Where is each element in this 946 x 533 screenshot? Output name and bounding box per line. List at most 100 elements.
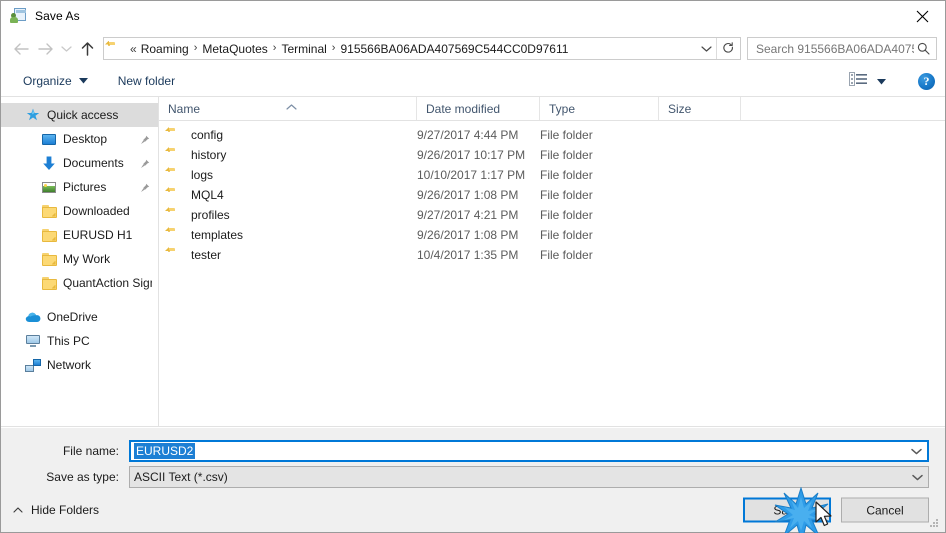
organize-label: Organize [23,74,72,88]
caret-down-icon [877,78,886,85]
change-view-button[interactable] [845,71,890,93]
breadcrumb-item-terminal-id[interactable]: 915566BA06ADA407569C544CC0D97611 [340,42,568,56]
chevron-down-icon[interactable] [905,448,927,455]
dialog-buttons: Save Cancel [743,497,929,523]
address-bar[interactable]: « Roaming › MetaQuotes › Terminal › 9155… [103,37,741,60]
sidebar-item-pictures[interactable]: Pictures [1,175,158,199]
hide-folders-button[interactable]: Hide Folders [13,503,99,517]
file-name-label: templates [191,228,244,242]
breadcrumb-item-metaquotes[interactable]: MetaQuotes [202,42,267,56]
command-bar-right: ? [845,66,935,97]
type-cell: File folder [540,168,593,182]
file-name-cell: logs [159,168,417,182]
folder-icon [41,227,57,243]
breadcrumb-item-terminal[interactable]: Terminal [281,42,326,56]
save-button-label: Save [773,503,801,517]
table-row[interactable]: templates 9/26/2017 1:08 PM File folder [159,225,945,245]
column-header-date-modified[interactable]: Date modified [417,97,540,120]
sidebar-item-label: Quick access [47,108,119,122]
navigation-bar: « Roaming › MetaQuotes › Terminal › 9155… [1,31,945,66]
up-arrow-icon[interactable] [75,37,99,61]
save-as-dialog: Save As « Roaming › MetaQuotes › Termina… [0,0,946,533]
sidebar-item-label: Downloaded [63,204,130,218]
breadcrumb-separator: › [331,42,336,54]
file-name-label: tester [191,248,222,262]
chevron-down-icon[interactable] [906,474,928,481]
chevron-down-icon[interactable] [696,38,716,59]
forward-arrow-icon[interactable] [33,37,57,61]
folder-icon [41,251,57,267]
organize-button[interactable]: Organize [15,70,96,92]
help-icon[interactable]: ? [918,73,935,90]
search-icon[interactable] [914,42,932,55]
file-name-cell: profiles [159,208,417,222]
sidebar-item-label: QuantAction Signal [63,276,152,290]
column-header-size[interactable]: Size [659,97,741,120]
folder-icon [168,208,184,222]
dialog-body: Quick access Desktop Documents Pictures … [1,97,945,427]
type-cell: File folder [540,208,593,222]
date-modified-cell: 10/4/2017 1:35 PM [417,248,519,262]
table-row[interactable]: config 9/27/2017 4:44 PM File folder [159,125,945,145]
type-cell: File folder [540,148,593,162]
window-title: Save As [35,9,80,23]
date-modified-cell: 9/26/2017 10:17 PM [417,148,526,162]
column-header-type[interactable]: Type [540,97,659,120]
sort-ascending-icon [286,97,297,115]
navigation-pane: Quick access Desktop Documents Pictures … [1,97,159,426]
cancel-button[interactable]: Cancel [841,497,929,523]
search-box[interactable] [747,37,937,60]
search-input[interactable] [756,41,914,56]
back-arrow-icon[interactable] [9,37,33,61]
sidebar-item-network[interactable]: Network [1,353,158,377]
sidebar-item-desktop[interactable]: Desktop [1,127,158,151]
save-as-app-icon [10,8,27,24]
new-folder-button[interactable]: New folder [110,70,183,92]
breadcrumb: « Roaming › MetaQuotes › Terminal › 9155… [129,42,696,56]
sidebar-item-eurusd-h1[interactable]: EURUSD H1 [1,223,158,247]
folder-icon [168,128,184,142]
column-header-label: Type [549,101,576,116]
hide-folders-label: Hide Folders [31,503,100,517]
sidebar-item-label: Network [47,358,92,372]
sidebar-item-my-work[interactable]: My Work [1,247,158,271]
table-row[interactable]: tester 10/4/2017 1:35 PM File folder [159,245,945,265]
table-row[interactable]: logs 10/10/2017 1:17 PM File folder [159,165,945,185]
table-row[interactable]: profiles 9/27/2017 4:21 PM File folder [159,205,945,225]
folder-icon [168,188,184,202]
save-as-type-select[interactable]: ASCII Text (*.csv) [129,466,929,488]
pin-icon [140,134,150,144]
desktop-icon [41,131,57,147]
refresh-icon[interactable] [716,38,740,59]
sidebar-item-label: My Work [63,252,111,266]
breadcrumb-item-roaming[interactable]: Roaming [141,42,189,56]
folder-icon [41,203,57,219]
pictures-icon [41,179,57,195]
close-icon[interactable] [899,1,945,31]
sidebar-item-downloaded[interactable]: Downloaded [1,199,158,223]
file-name-row: File name: EURUSD2 [17,440,929,462]
recent-locations-chevron-icon[interactable] [57,37,75,61]
pin-icon [140,158,150,168]
breadcrumb-overflow[interactable]: « [130,43,137,55]
sidebar-item-quantaction-signal[interactable]: QuantAction Signal [1,271,158,295]
sidebar-item-label: Desktop [63,132,108,146]
file-list: config 9/27/2017 4:44 PM File folder his… [159,121,945,426]
sidebar-item-quick-access[interactable]: Quick access [1,103,158,127]
sidebar-item-onedrive[interactable]: OneDrive [1,305,158,329]
title-bar: Save As [1,1,945,31]
file-name-label: profiles [191,208,230,222]
file-name-label: history [191,148,227,162]
sidebar-item-documents[interactable]: Documents [1,151,158,175]
cancel-button-label: Cancel [866,503,904,517]
file-name-input[interactable]: EURUSD2 [129,440,929,462]
sidebar-item-this-pc[interactable]: This PC [1,329,158,353]
dialog-footer: Hide Folders Save Cancel [1,488,945,532]
table-row[interactable]: history 9/26/2017 10:17 PM File folder [159,145,945,165]
file-name-label: MQL4 [191,188,224,202]
save-button[interactable]: Save [743,497,831,523]
onedrive-cloud-icon [25,309,41,325]
table-row[interactable]: MQL4 9/26/2017 1:08 PM File folder [159,185,945,205]
file-name-cell: templates [159,228,417,242]
resize-grip-icon[interactable] [928,516,941,529]
